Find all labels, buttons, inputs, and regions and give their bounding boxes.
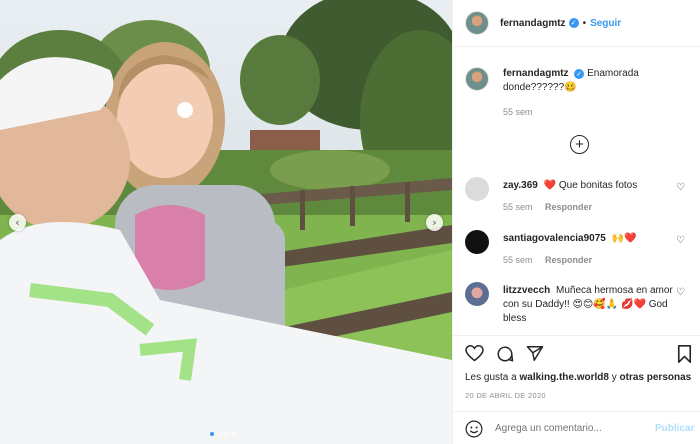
comment-text: litzzvecch Muñeca hermosa en amor con su… bbox=[503, 284, 675, 326]
carousel-dot bbox=[224, 432, 228, 436]
post-actions-bar bbox=[453, 335, 700, 365]
carousel-dot bbox=[217, 432, 221, 436]
header-separator: • bbox=[582, 17, 587, 29]
post-date[interactable]: 20 DE ABRIL DE 2020 bbox=[465, 391, 546, 400]
plus-icon: + bbox=[575, 136, 584, 153]
comment-username[interactable]: zay.369 bbox=[503, 180, 538, 191]
like-comment-heart-icon[interactable]: ♡ bbox=[676, 235, 685, 246]
verified-badge-icon: ✓ bbox=[568, 18, 579, 28]
avatar[interactable] bbox=[465, 230, 489, 254]
carousel-indicator bbox=[210, 432, 235, 436]
add-comment-bar: Publicar bbox=[453, 411, 700, 444]
comment-username[interactable]: santiagovalencia9075 bbox=[503, 233, 606, 244]
reply-button[interactable]: Responder bbox=[545, 202, 592, 212]
publish-button[interactable]: Publicar bbox=[655, 423, 694, 434]
avatar[interactable] bbox=[465, 11, 489, 35]
like-comment-heart-icon[interactable]: ♡ bbox=[676, 287, 685, 298]
comment-timestamp[interactable]: 55 sem bbox=[503, 202, 533, 212]
carousel-dot bbox=[210, 432, 214, 436]
comment-body: ❤️ Que bonitas fotos bbox=[543, 180, 638, 191]
comment-text: santiagovalencia9075 🙌❤️ bbox=[503, 232, 675, 246]
comment-body: 🙌❤️ bbox=[611, 233, 637, 244]
post-header: fernandagmtz ✓ • Seguir bbox=[453, 0, 700, 47]
comment-timestamp[interactable]: 55 sem bbox=[503, 255, 533, 265]
caption-timestamp[interactable]: 55 sem bbox=[503, 107, 533, 117]
verified-badge-icon: ✓ bbox=[574, 69, 585, 79]
liked-by-user[interactable]: walking.the.world8 bbox=[520, 372, 609, 383]
liked-by-others[interactable]: otras personas bbox=[620, 372, 692, 383]
carousel-dot bbox=[231, 432, 235, 436]
emoji-smile-icon[interactable] bbox=[465, 420, 483, 438]
follow-button[interactable]: Seguir bbox=[590, 18, 621, 29]
reply-button[interactable]: Responder bbox=[545, 255, 592, 265]
post-photo[interactable]: ‹ › bbox=[0, 0, 452, 444]
avatar[interactable] bbox=[465, 67, 489, 91]
comment-meta: 55 sem Responder bbox=[503, 255, 592, 265]
post-details-panel: fernandagmtz ✓ • Seguir fernandagmtz ✓ E… bbox=[452, 0, 700, 444]
caption: fernandagmtz ✓ Enamorada donde??????🥴 bbox=[465, 67, 679, 95]
avatar[interactable] bbox=[465, 177, 489, 201]
chevron-right-icon: › bbox=[432, 216, 437, 229]
likes-connector: y bbox=[611, 372, 617, 383]
comment-bubble-icon[interactable] bbox=[496, 345, 514, 363]
comment-username[interactable]: litzzvecch bbox=[503, 285, 550, 296]
author-username[interactable]: fernandagmtz bbox=[500, 18, 566, 29]
like-heart-icon[interactable] bbox=[465, 345, 484, 362]
previous-slide-button[interactable]: ‹ bbox=[9, 214, 26, 231]
photo-illustration bbox=[0, 0, 452, 444]
comment-meta: 55 sem Responder bbox=[503, 202, 592, 212]
load-more-comments-button[interactable]: + bbox=[570, 135, 589, 154]
share-send-icon[interactable] bbox=[526, 345, 544, 362]
like-comment-heart-icon[interactable]: ♡ bbox=[676, 182, 685, 193]
likes-summary: Les gusta a walking.the.world8 y otras p… bbox=[465, 372, 691, 383]
caption-text: fernandagmtz ✓ Enamorada donde??????🥴 bbox=[503, 67, 679, 95]
next-slide-button[interactable]: › bbox=[426, 214, 443, 231]
likes-prefix: Les gusta a bbox=[465, 372, 517, 383]
comment-text: zay.369 ❤️ Que bonitas fotos bbox=[503, 179, 675, 193]
save-bookmark-icon[interactable] bbox=[677, 345, 692, 363]
avatar[interactable] bbox=[465, 282, 489, 306]
chevron-left-icon: ‹ bbox=[15, 216, 20, 229]
caption-username[interactable]: fernandagmtz bbox=[503, 68, 569, 79]
comment-input[interactable] bbox=[495, 423, 645, 434]
